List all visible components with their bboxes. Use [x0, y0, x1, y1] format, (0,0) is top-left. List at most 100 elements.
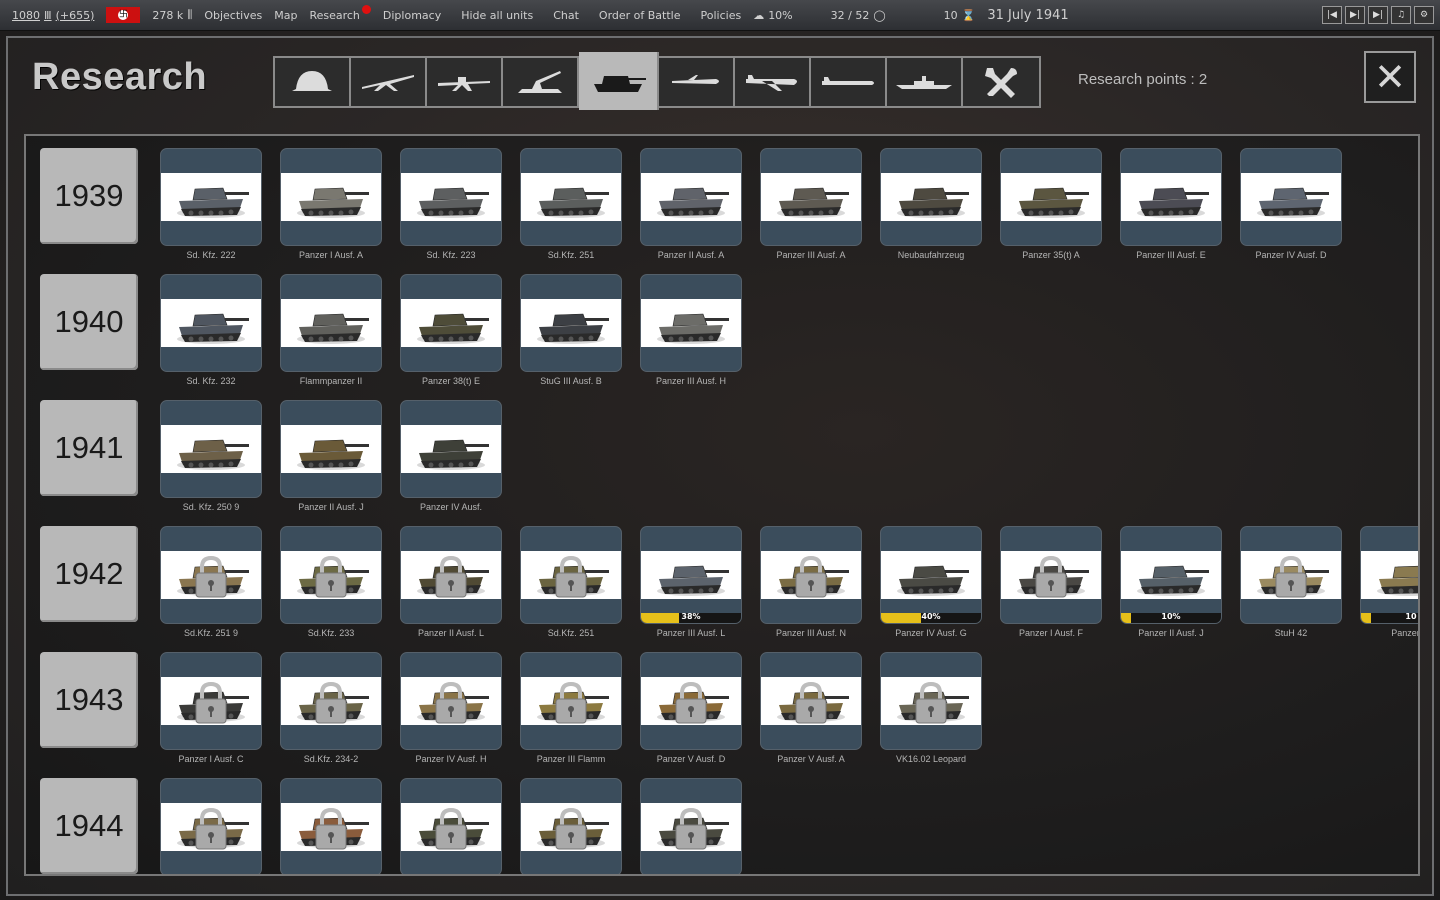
unit-thumbnail	[760, 148, 862, 246]
unit-thumbnail	[880, 148, 982, 246]
menu-order-of-battle[interactable]: Order of Battle	[599, 9, 681, 22]
tab-fighters[interactable]	[659, 58, 735, 106]
unit-name: Sd.Kfz. 251 9	[183, 628, 239, 638]
close-button[interactable]: ✕	[1364, 51, 1416, 103]
settings-icon[interactable]: ⚙	[1414, 6, 1434, 24]
unit-card[interactable]: Panzer III Ausf. H	[640, 274, 742, 392]
window-controls: |◀ ▶| ▶| ♫ ⚙	[1322, 6, 1434, 24]
tab-bombers[interactable]	[735, 58, 811, 106]
unit-card[interactable]	[520, 778, 622, 874]
tab-upgrades[interactable]	[963, 58, 1039, 106]
unit-card[interactable]	[640, 778, 742, 874]
unit-card[interactable]: Panzer III Ausf. A	[760, 148, 862, 266]
padlock-icon	[795, 681, 827, 724]
menu-map[interactable]: Map	[274, 9, 297, 22]
unit-card[interactable]: Sd. Kfz. 222	[160, 148, 262, 266]
menu-hide-all-units[interactable]: Hide all units	[461, 9, 533, 22]
music-icon[interactable]: ♫	[1391, 6, 1411, 24]
unit-card[interactable]: Panzer V Ausf. D	[640, 652, 742, 770]
rewind-icon[interactable]: |◀	[1322, 6, 1342, 24]
industry-count: 278 k	[152, 8, 184, 22]
nation-flag[interactable]: 卐	[106, 7, 141, 23]
unit-card[interactable]: Sd.Kfz. 251	[520, 526, 622, 644]
unit-card[interactable]: Panzer III Flamm	[520, 652, 622, 770]
tank-image	[777, 187, 849, 218]
unit-name: Panzer III Ausf. H	[655, 376, 727, 386]
tank-image	[657, 187, 729, 218]
cloud-icon: ☁	[753, 8, 765, 22]
unit-card[interactable]: Panzer IV Ausf. D	[1240, 148, 1342, 266]
progress-text: 38%	[681, 612, 701, 621]
tab-antitank[interactable]	[427, 58, 503, 106]
year-label: 1944	[40, 778, 138, 874]
menu-policies[interactable]: Policies	[701, 9, 742, 22]
unit-card[interactable]: Panzer II Ausf. A	[640, 148, 742, 266]
unit-card[interactable]: 40% Panzer IV Ausf. G	[880, 526, 982, 644]
artillery-icon	[362, 75, 414, 91]
unit-card[interactable]: Sd.Kfz. 251 9	[160, 526, 262, 644]
unit-name: Panzer IV Ausf. G	[895, 628, 967, 638]
unit-card[interactable]: 38% Panzer III Ausf. L	[640, 526, 742, 644]
unit-card[interactable]: Flammpanzer II	[280, 274, 382, 392]
unit-card[interactable]: 10 Panzer VI	[1360, 526, 1418, 644]
unit-card[interactable]: Panzer V Ausf. A	[760, 652, 862, 770]
division-count: 32 / 52 ◯	[831, 9, 886, 22]
unit-card[interactable]: Sd.Kfz. 234-2	[280, 652, 382, 770]
unit-card[interactable]: Sd.Kfz. 251	[520, 148, 622, 266]
tab-armor[interactable]	[579, 52, 659, 110]
unit-card[interactable]: Panzer IV Ausf. H	[400, 652, 502, 770]
unit-card[interactable]: VK16.02 Leopard	[880, 652, 982, 770]
unit-card[interactable]: 10% Panzer II Ausf. J	[1120, 526, 1222, 644]
top-status-bar: 1080 Ⅲ (+655) 卐 278 k ⫼ Objectives Map R…	[0, 0, 1440, 31]
unit-card[interactable]: Sd. Kfz. 232	[160, 274, 262, 392]
tab-antiair[interactable]	[503, 58, 579, 106]
tank-image	[297, 439, 369, 470]
unit-card[interactable]: Panzer 35(t) A	[1000, 148, 1102, 266]
tab-artillery[interactable]	[351, 58, 427, 106]
unit-card[interactable]: Sd. Kfz. 223	[400, 148, 502, 266]
unit-name: StuG III Ausf. B	[540, 376, 602, 386]
unit-card[interactable]: Panzer I Ausf. F	[1000, 526, 1102, 644]
menu-research[interactable]: Research	[309, 4, 371, 22]
unit-name: Neubaufahrzeug	[897, 250, 965, 260]
unit-thumbnail	[1120, 148, 1222, 246]
unit-card[interactable]	[280, 778, 382, 874]
tab-transport[interactable]	[811, 58, 887, 106]
unit-card[interactable]: Panzer IV Ausf.	[400, 400, 502, 518]
unit-thumbnail	[160, 274, 262, 372]
unit-card[interactable]: Panzer I Ausf. A	[280, 148, 382, 266]
unit-card[interactable]: Panzer 38(t) E	[400, 274, 502, 392]
unit-name: Sd. Kfz. 250 9	[182, 502, 240, 512]
unit-card[interactable]: StuH 42	[1240, 526, 1342, 644]
end-turn-icon[interactable]: ▶|	[1368, 6, 1388, 24]
bomber-plane-icon	[746, 75, 797, 91]
unit-card[interactable]: Neubaufahrzeug	[880, 148, 982, 266]
unit-thumbnail: 38%	[640, 526, 742, 624]
menu-diplomacy[interactable]: Diplomacy	[383, 9, 441, 22]
unit-name: Panzer II Ausf. A	[657, 250, 725, 260]
year-label: 1942	[40, 526, 138, 622]
unit-card[interactable]: Panzer III Ausf. N	[760, 526, 862, 644]
unit-name: Panzer IV Ausf.	[419, 502, 483, 512]
division-value: 32 / 52	[830, 8, 870, 22]
menu-objectives[interactable]: Objectives	[204, 9, 262, 22]
pause-icon[interactable]: ▶|	[1345, 6, 1365, 24]
unit-name: Flammpanzer II	[299, 376, 363, 386]
unit-card[interactable]: Panzer I Ausf. C	[160, 652, 262, 770]
unit-card[interactable]: Panzer III Ausf. E	[1120, 148, 1222, 266]
unit-card[interactable]: Panzer II Ausf. J	[280, 400, 382, 518]
unit-card[interactable]	[160, 778, 262, 874]
tab-naval[interactable]	[887, 58, 963, 106]
menu-label: Diplomacy	[382, 8, 442, 22]
tab-infantry[interactable]	[275, 58, 351, 106]
weather-indicator: ☁ 10%	[753, 9, 792, 22]
unit-name: Panzer IV Ausf. D	[1255, 250, 1327, 260]
unit-card[interactable]	[400, 778, 502, 874]
menu-chat[interactable]: Chat	[553, 9, 579, 22]
unit-card[interactable]: StuG III Ausf. B	[520, 274, 622, 392]
progress-text: 10	[1405, 612, 1417, 621]
unit-card[interactable]: Sd. Kfz. 250 9	[160, 400, 262, 518]
unit-card[interactable]: Panzer II Ausf. L	[400, 526, 502, 644]
unit-card[interactable]: Sd.Kfz. 233	[280, 526, 382, 644]
manpower-count: 1080	[12, 8, 40, 22]
